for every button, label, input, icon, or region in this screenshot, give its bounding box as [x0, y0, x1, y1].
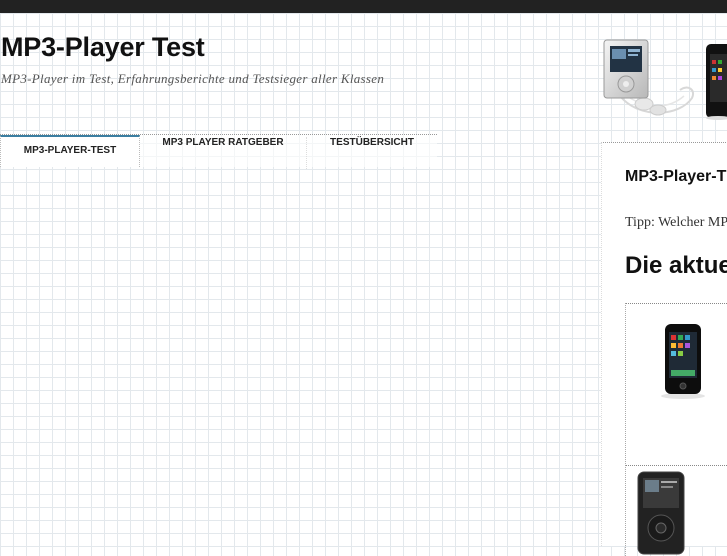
header-mp3-player-image — [603, 39, 694, 116]
site-title[interactable]: MP3-Player Test — [1, 32, 205, 63]
sidebar: MP3-Player-T Tipp: Welcher MP Die aktue — [601, 142, 727, 556]
sidebar-tip-text[interactable]: Tipp: Welcher MP — [625, 215, 727, 231]
sidebar-title[interactable]: MP3-Player-T — [625, 168, 726, 186]
header-ipod-touch-image — [706, 44, 727, 120]
main-navigation: MP3-PLAYER-TEST MP3 PLAYER RATGEBER TEST… — [0, 134, 437, 169]
top-bar — [0, 0, 727, 13]
nav-tab-mp3-player-ratgeber[interactable]: MP3 PLAYER RATGEBER — [140, 137, 307, 169]
sony-walkman-product-image[interactable] — [636, 470, 686, 556]
ipod-touch-product-image[interactable] — [659, 322, 707, 402]
nav-tab-mp3-player-test[interactable]: MP3-PLAYER-TEST — [0, 135, 140, 167]
sidebar-heading: Die aktue — [625, 252, 727, 279]
nav-tab-testuebersicht[interactable]: TESTÜBERSICHT — [307, 137, 437, 169]
product-card-ipod[interactable] — [625, 303, 727, 466]
product-card-sony-walkman[interactable] — [625, 465, 727, 556]
site-tagline: MP3-Player im Test, Erfahrungsberichte u… — [1, 71, 385, 86]
